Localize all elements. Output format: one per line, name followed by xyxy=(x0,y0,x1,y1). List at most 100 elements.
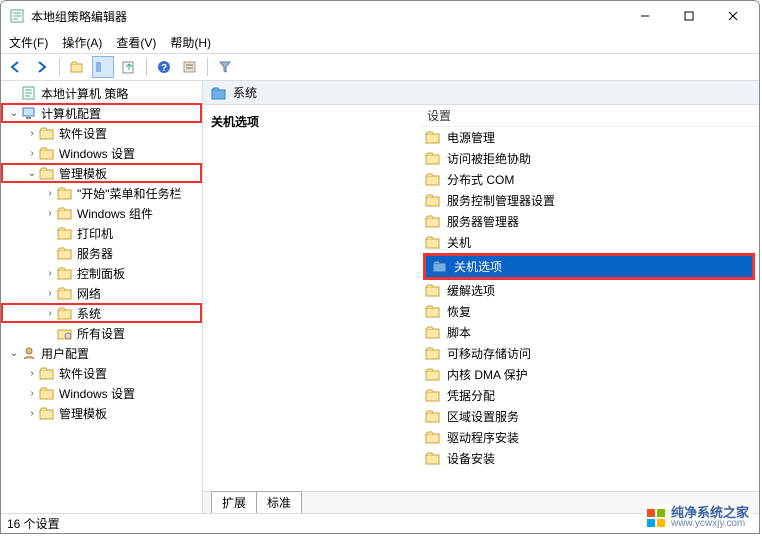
tree-uc-software[interactable]: ›软件设置 xyxy=(1,363,202,383)
tree-label: 管理模板 xyxy=(59,165,107,182)
settings-list[interactable]: 设置 电源管理访问被拒绝协助分布式 COM 服务控制管理器设置服务器管理器关机关机… xyxy=(419,105,759,491)
tab-standard[interactable]: 标准 xyxy=(256,491,302,513)
tree-system[interactable]: ›系统 xyxy=(1,303,202,323)
tree-server[interactable]: 服务器 xyxy=(1,243,202,263)
menu-help[interactable]: 帮助(H) xyxy=(170,34,211,51)
tab-extended[interactable]: 扩展 xyxy=(211,491,257,513)
chevron-icon[interactable]: › xyxy=(43,268,57,279)
title-bar: 本地组策略编辑器 xyxy=(1,1,759,31)
chevron-icon[interactable]: ⌄ xyxy=(7,108,21,119)
folder-icon xyxy=(39,165,55,181)
list-item[interactable]: 驱动程序安装 xyxy=(419,427,759,448)
close-button[interactable] xyxy=(711,1,755,31)
tree-control-panel[interactable]: ›控制面板 xyxy=(1,263,202,283)
up-button[interactable] xyxy=(66,56,88,78)
list-item[interactable]: 缓解选项 xyxy=(419,280,759,301)
tree-start-taskbar[interactable]: ›"开始"菜单和任务栏 xyxy=(1,183,202,203)
list-item[interactable]: 可移动存储访问 xyxy=(419,343,759,364)
chevron-icon[interactable]: › xyxy=(25,128,39,139)
list-item[interactable]: 服务器管理器 xyxy=(419,211,759,232)
list-item[interactable]: 内核 DMA 保护 xyxy=(419,364,759,385)
tree-root[interactable]: 本地计算机 策略 xyxy=(1,83,202,103)
minimize-button[interactable] xyxy=(623,1,667,31)
folder-icon xyxy=(425,451,441,467)
forward-button[interactable] xyxy=(31,56,53,78)
folder-icon xyxy=(39,405,55,421)
maximize-button[interactable] xyxy=(667,1,711,31)
chevron-icon[interactable]: › xyxy=(25,148,39,159)
list-item-label: 缓解选项 xyxy=(447,282,495,299)
chevron-icon[interactable]: › xyxy=(43,288,57,299)
folder-icon xyxy=(425,430,441,446)
folder-icon xyxy=(425,193,441,209)
tree-pane[interactable]: 本地计算机 策略⌄计算机配置›软件设置›Windows 设置⌄管理模板›"开始"… xyxy=(1,81,203,513)
tree-uc-windows[interactable]: ›Windows 设置 xyxy=(1,383,202,403)
tree-printer[interactable]: 打印机 xyxy=(1,223,202,243)
list-item[interactable]: 分布式 COM xyxy=(419,169,759,190)
chevron-icon[interactable]: › xyxy=(25,388,39,399)
list-item[interactable]: 关机选项 xyxy=(426,256,752,277)
list-item[interactable]: 区域设置服务 xyxy=(419,406,759,427)
help-button[interactable]: ? xyxy=(153,56,175,78)
folder-icon xyxy=(425,325,441,341)
list-item[interactable]: 设备安装 xyxy=(419,448,759,469)
chevron-icon[interactable]: › xyxy=(43,208,57,219)
app-icon xyxy=(9,8,25,24)
chevron-icon[interactable]: ⌄ xyxy=(25,168,39,179)
show-tree-button[interactable] xyxy=(92,56,114,78)
menu-view[interactable]: 查看(V) xyxy=(116,34,156,51)
folder-icon xyxy=(57,245,73,261)
filter-button[interactable] xyxy=(214,56,236,78)
tree-all-settings[interactable]: 所有设置 xyxy=(1,323,202,343)
list-item-label: 内核 DMA 保护 xyxy=(447,366,528,383)
tree-user-config[interactable]: ⌄ 用户配置 xyxy=(1,343,202,363)
menu-action[interactable]: 操作(A) xyxy=(62,34,102,51)
list-item[interactable]: 访问被拒绝协助 xyxy=(419,148,759,169)
folder-icon xyxy=(425,283,441,299)
back-button[interactable] xyxy=(5,56,27,78)
list-item[interactable]: 关机 xyxy=(419,232,759,253)
tree-network[interactable]: ›网络 xyxy=(1,283,202,303)
list-item[interactable]: 凭据分配 xyxy=(419,385,759,406)
tree-label: 计算机配置 xyxy=(41,105,101,122)
window-title: 本地组策略编辑器 xyxy=(31,8,623,25)
folder-icon xyxy=(21,105,37,121)
chevron-icon[interactable]: ⌄ xyxy=(7,348,21,359)
highlighted-selection: 关机选项 xyxy=(423,253,755,280)
tree-uc-admin-tpl[interactable]: › 管理模板 xyxy=(1,403,202,423)
content-title: 系统 xyxy=(233,84,257,101)
tree-cc-admin-tpl[interactable]: ⌄ 管理模板 xyxy=(1,163,202,183)
chevron-icon[interactable]: › xyxy=(25,408,39,419)
export-button[interactable] xyxy=(118,56,140,78)
tree-label: 用户配置 xyxy=(41,345,89,362)
list-item-label: 关机选项 xyxy=(454,258,502,275)
tree-computer-config[interactable]: ⌄ 计算机配置 xyxy=(1,103,202,123)
tree-windows-components[interactable]: ›Windows 组件 xyxy=(1,203,202,223)
toolbar-separator xyxy=(146,58,147,76)
list-header[interactable]: 设置 xyxy=(419,105,759,127)
list-item[interactable]: 恢复 xyxy=(419,301,759,322)
tree-label: 管理模板 xyxy=(59,405,107,422)
list-item[interactable]: 服务控制管理器设置 xyxy=(419,190,759,211)
folder-icon xyxy=(425,409,441,425)
chevron-icon[interactable]: › xyxy=(25,368,39,379)
tree-cc-software[interactable]: ›软件设置 xyxy=(1,123,202,143)
folder-icon xyxy=(57,325,73,341)
list-item[interactable]: 电源管理 xyxy=(419,127,759,148)
folder-icon xyxy=(39,145,55,161)
content-header: 系统 xyxy=(203,81,759,105)
properties-button[interactable] xyxy=(179,56,201,78)
chevron-icon[interactable]: › xyxy=(43,308,57,319)
chevron-icon[interactable]: › xyxy=(43,188,57,199)
folder-icon xyxy=(425,151,441,167)
details-column: 关机选项 xyxy=(203,105,419,491)
tree-cc-windows[interactable]: › Windows 设置 xyxy=(1,143,202,163)
folder-icon xyxy=(57,305,73,321)
list-item[interactable]: 脚本 xyxy=(419,322,759,343)
menu-file[interactable]: 文件(F) xyxy=(9,34,48,51)
list-item-label: 分布式 COM xyxy=(447,171,514,188)
tree-label: 服务器 xyxy=(77,245,113,262)
folder-icon xyxy=(39,385,55,401)
folder-icon xyxy=(57,205,73,221)
tree-label: Windows 设置 xyxy=(59,145,135,162)
